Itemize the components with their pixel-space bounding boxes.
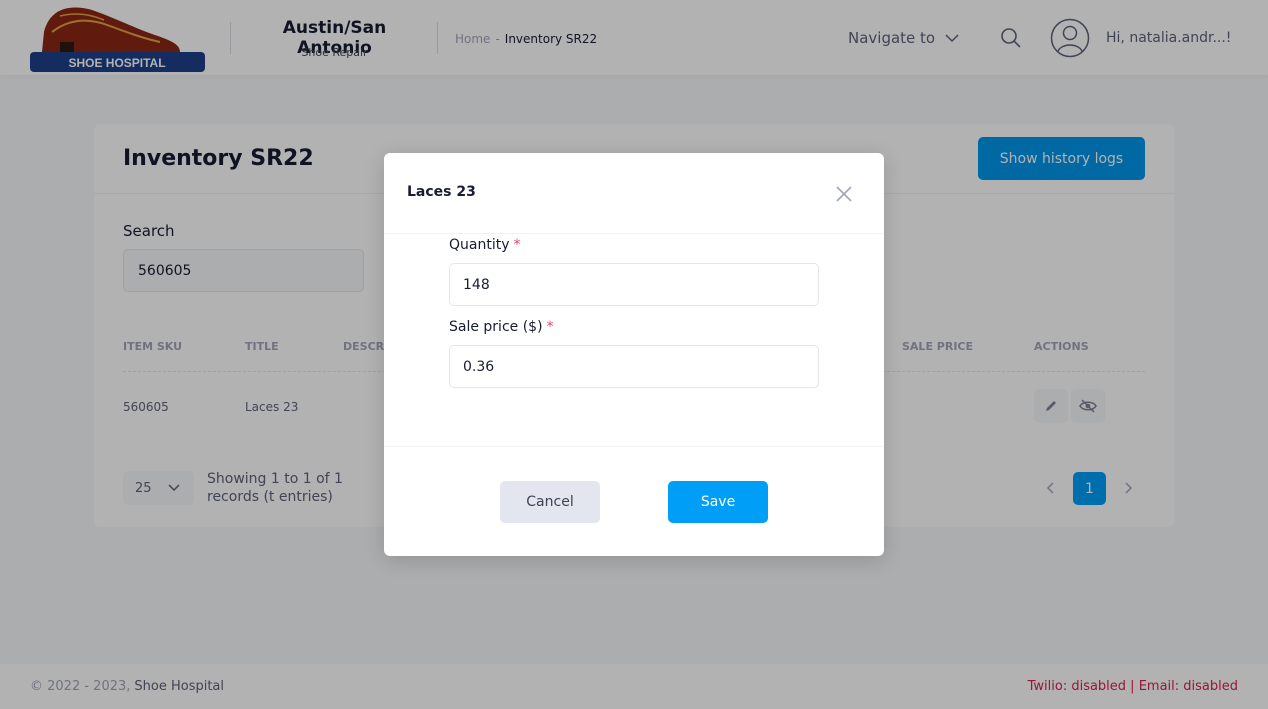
quantity-label-text: Quantity [449,237,510,253]
edit-item-modal: Laces 23 Quantity* Sale price ($)* Cance… [384,153,884,556]
modal-header-divider [384,233,884,234]
close-icon[interactable] [834,184,854,204]
sale-price-label: Sale price ($) * [449,319,554,335]
save-button[interactable]: Save [668,481,768,523]
cancel-button[interactable]: Cancel [500,481,600,523]
required-marker: * [546,319,554,335]
sale-price-label-text: Sale price ($) [449,319,543,335]
modal-footer-divider [384,446,884,447]
quantity-input[interactable] [449,263,819,306]
quantity-label: Quantity * [449,237,521,253]
modal-title: Laces 23 [407,184,476,200]
sale-price-input[interactable] [449,345,819,388]
required-marker: * [513,237,521,253]
